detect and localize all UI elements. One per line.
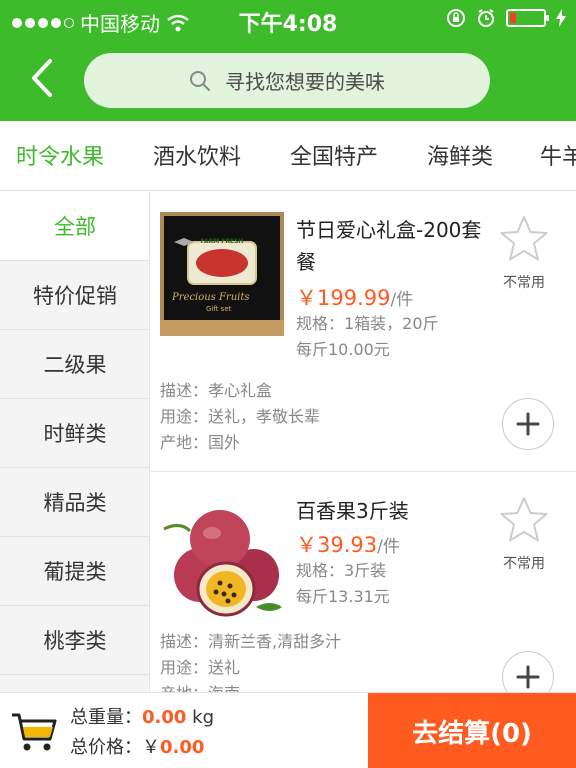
tab-beef-lamb[interactable]: 牛羊 [540, 139, 576, 171]
total-price-value: 0.00 [160, 737, 205, 758]
product-name[interactable]: 百香果3斤装 [296, 495, 496, 527]
sidebar-item-grapes[interactable]: 葡提类 [0, 537, 149, 606]
product-name[interactable]: 节日爱心礼盒-200套餐 [296, 214, 496, 278]
search-bar[interactable]: 寻找您想要的美味 [84, 53, 490, 108]
total-weight-unit: kg [192, 707, 215, 728]
total-price-row: 总价格：￥0.00 [70, 733, 214, 763]
star-outline-icon [500, 497, 548, 542]
status-icons [446, 8, 566, 28]
tab-seasonal-fruit[interactable]: 时令水果 [16, 139, 104, 171]
product-per-jin-price: 每斤13.31元 [296, 587, 390, 606]
tab-specialties[interactable]: 全国特产 [290, 139, 378, 171]
favorite-label: 不常用 [503, 275, 545, 291]
gift-box-subtitle: Gift set [206, 305, 232, 313]
gift-box-badge: FARM FRESH [200, 238, 244, 245]
search-placeholder: 寻找您想要的美味 [225, 70, 385, 94]
price-value: ￥39.93 [296, 533, 378, 557]
sidebar-item-special-offer[interactable]: 特价促销 [0, 261, 149, 330]
sidebar-item-peach-plum[interactable]: 桃李类 [0, 606, 149, 675]
rotation-lock-icon [447, 9, 465, 27]
product-origin: 产地：海南 [160, 681, 240, 692]
sidebar-item-all[interactable]: 全部 [0, 192, 149, 261]
back-button[interactable] [20, 56, 64, 100]
product-usage: 用途：送礼，孝敬长辈 [160, 407, 321, 426]
favorite-toggle[interactable]: 不常用 [492, 495, 556, 573]
product-card[interactable]: 百香果3斤装 ￥39.93/件 规格：3斤装 每斤13.31元 描述：清新兰香,… [151, 473, 576, 692]
product-spec: 规格：3斤装 [296, 561, 387, 580]
search-icon [190, 70, 210, 91]
product-image-passion-fruit[interactable] [160, 491, 284, 621]
product-origin: 产地：国外 [160, 433, 241, 452]
charging-icon [556, 9, 566, 27]
add-to-cart-button[interactable] [502, 651, 554, 692]
product-list: FARM FRESH Precious Fruits Gift set 节日爱心… [151, 192, 576, 692]
status-bar: 中国移动 下午4:08 [0, 0, 576, 40]
sidebar-item-premium[interactable]: 精品类 [0, 468, 149, 537]
product-price: ￥39.93/件 [296, 529, 400, 559]
cart-totals: 总重量：0.00 kg 总价格：￥0.00 [70, 703, 214, 763]
plus-icon [516, 412, 540, 436]
alarm-icon [478, 9, 494, 27]
shopping-cart-icon[interactable] [10, 707, 58, 755]
app-header: 中国移动 下午4:08 寻找您想要的美味 [0, 0, 576, 121]
checkout-button[interactable]: 去结算(0) [368, 693, 576, 768]
star-outline-icon [500, 216, 548, 261]
price-unit: /件 [390, 290, 414, 310]
sidebar-item-fresh[interactable]: 时鲜类 [0, 399, 149, 468]
product-description: 描述：清新兰香,清甜多汁 [160, 632, 342, 651]
price-unit: /件 [377, 537, 400, 557]
total-price-label: 总价格： [70, 737, 142, 758]
plus-icon [516, 665, 540, 689]
tab-drinks[interactable]: 酒水饮料 [153, 139, 241, 171]
total-price-symbol: ￥ [142, 737, 160, 758]
product-price: ￥199.99/件 [296, 282, 413, 312]
product-usage: 用途：送礼 [160, 658, 241, 677]
add-to-cart-button[interactable] [502, 398, 554, 450]
chevron-left-icon [32, 59, 52, 97]
cart-summary-bar: 总重量：0.00 kg 总价格：￥0.00 去结算(0) [0, 692, 576, 768]
product-spec: 规格：1箱装，20斤 [296, 314, 439, 333]
product-image-gift-box[interactable]: FARM FRESH Precious Fruits Gift set [160, 212, 284, 336]
total-weight-label: 总重量： [70, 707, 142, 728]
price-value: ￥199.99 [296, 286, 391, 310]
total-weight-value: 0.00 [142, 707, 187, 728]
product-description: 描述：孝心礼盒 [160, 381, 273, 400]
gift-box-title: Precious Fruits [172, 292, 250, 303]
favorite-label: 不常用 [503, 556, 545, 572]
total-weight-row: 总重量：0.00 kg [70, 703, 214, 733]
subcategory-sidebar: 全部 特价促销 二级果 时鲜类 精品类 葡提类 桃李类 [0, 192, 150, 692]
tab-seafood[interactable]: 海鲜类 [427, 139, 493, 171]
category-tabs: 时令水果 酒水饮料 全国特产 海鲜类 牛羊 [0, 121, 576, 191]
product-per-jin-price: 每斤10.00元 [296, 340, 390, 359]
sidebar-item-grade-two[interactable]: 二级果 [0, 330, 149, 399]
favorite-toggle[interactable]: 不常用 [492, 214, 556, 292]
product-card[interactable]: FARM FRESH Precious Fruits Gift set 节日爱心… [151, 192, 576, 472]
battery-icon [506, 9, 549, 27]
